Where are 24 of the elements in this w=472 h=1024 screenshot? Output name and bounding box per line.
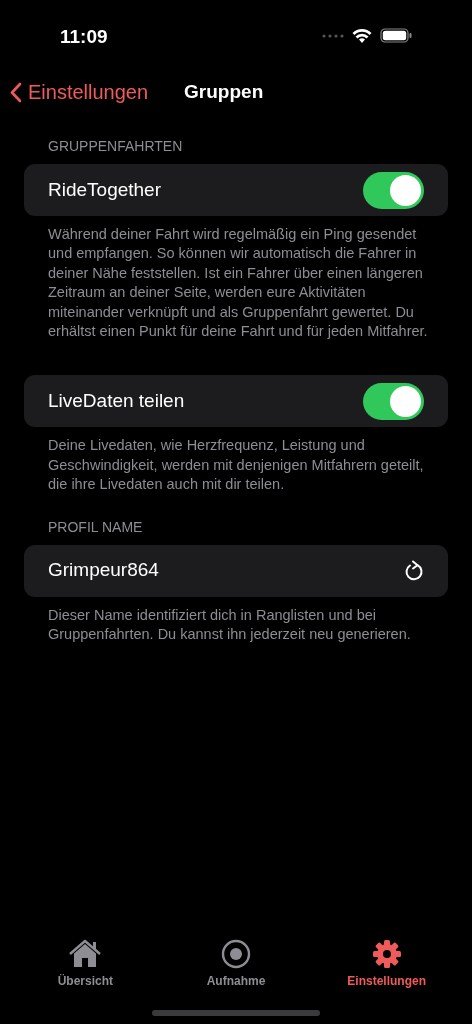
- setting-label: LiveDaten teilen: [48, 389, 185, 414]
- profile-name: Grimpeur864: [48, 558, 159, 583]
- signal-icon: [322, 33, 344, 38]
- gear-icon: [371, 939, 402, 969]
- toggle-switch[interactable]: [363, 382, 424, 420]
- tab-item[interactable]: Übersicht: [25, 939, 146, 990]
- tab-item[interactable]: Aufnahme: [176, 939, 296, 990]
- section-header: PROFIL NAME: [47, 517, 144, 537]
- clock-time: 11:09: [60, 25, 108, 49]
- page-title: Gruppen: [184, 79, 264, 104]
- footer-text: Dieser Name identifiziert dich in Ranglisten und bei Gruppenfahrten. Du kannst ihn jederzeit neu generieren.: [47, 605, 412, 645]
- footer-text: Deine Livedaten, wie Herzfrequenz, Leistung und Geschwindigkeit, werden mit denjenigen Mitfahrern geteilt, die ihre Livedaten auch mit dir teilen.: [47, 436, 425, 495]
- section-header: GRUPPENFAHRTEN: [47, 137, 184, 156]
- toggle-switch[interactable]: [363, 171, 424, 209]
- back-button[interactable]: Einstellungen: [10, 77, 149, 107]
- setting-label: RideTogether: [48, 177, 162, 202]
- house-icon: [68, 939, 103, 969]
- footer-text: Während deiner Fahrt wird regelmäßig ein Ping gesendet und empfangen. So können wir automatisch die Fahrer in deiner Nähe feststellen. Ist ein Fahrer über einen längeren Zeitraum an deiner Seite, werden eure Aktivitäten miteinander verknüpft und als Gruppenfahrt gewertet. Du erhältst einen Punkt für deine Fahrt und für jeden Mitfahrer.: [47, 225, 429, 342]
- chevron-left-icon: [10, 81, 22, 103]
- record-icon: [221, 939, 251, 969]
- refresh-icon[interactable]: [404, 560, 424, 583]
- wifi-icon: [352, 28, 372, 43]
- battery-icon: [380, 28, 412, 43]
- tab-item[interactable]: Einstellungen: [326, 939, 447, 990]
